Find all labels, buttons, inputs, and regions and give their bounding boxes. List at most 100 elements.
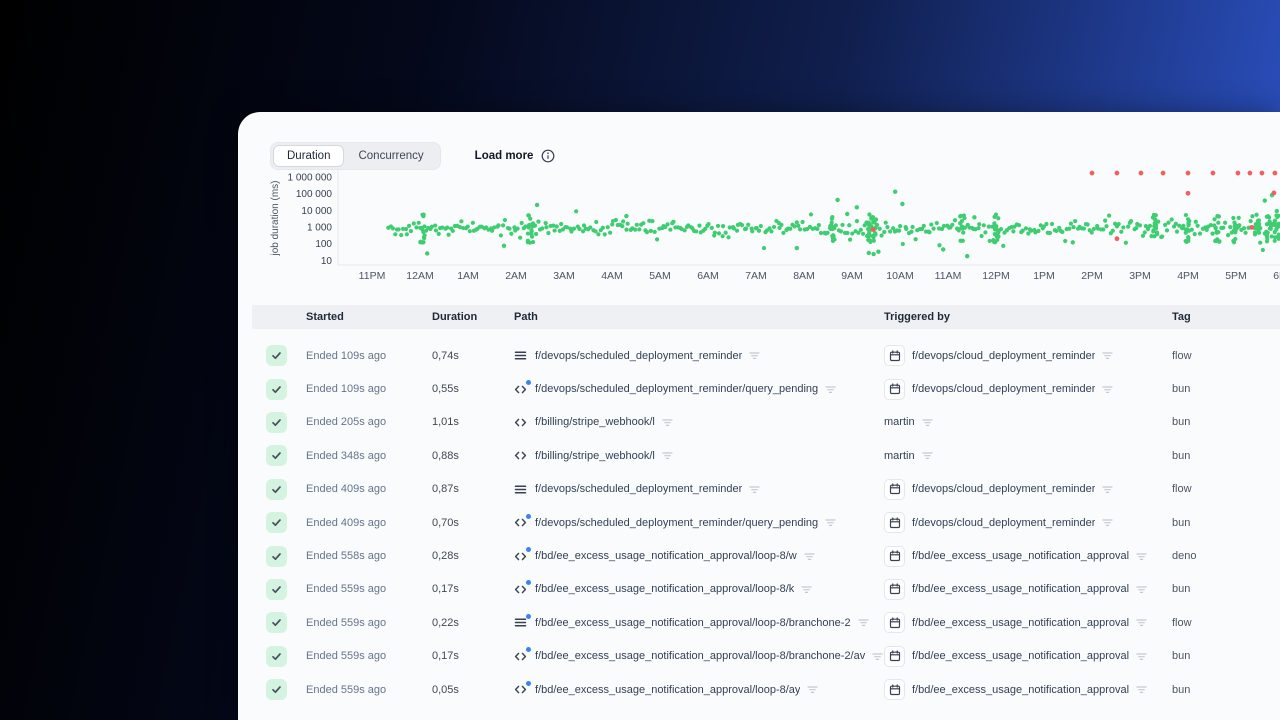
filter-by-path-icon[interactable] [807,684,819,695]
run-tag: flow [1172,349,1192,362]
table-row[interactable]: Ended 558s ago 0,28s f/bd/ee_excess_usag… [252,539,1280,572]
run-triggered-by[interactable]: f/bd/ee_excess_usage_notification_approv… [912,583,1129,595]
col-started: Started [306,311,344,323]
run-path[interactable]: f/bd/ee_excess_usage_notification_approv… [535,650,865,662]
flow-icon [514,618,527,627]
svg-text:9AM: 9AM [841,270,863,282]
table-row[interactable]: Ended 559s ago 0,05s f/bd/ee_excess_usag… [252,673,1280,706]
table-row[interactable]: Ended 205s ago 1,01s f/billing/stripe_we… [252,406,1280,439]
run-path[interactable]: f/bd/ee_excess_usage_notification_approv… [535,583,794,595]
run-triggered-by[interactable]: f/devops/cloud_deployment_reminder [912,350,1095,362]
runs-table: Started Duration Path Triggered by Tag E… [252,305,1280,720]
filter-by-trigger-icon[interactable] [1136,551,1147,562]
run-path[interactable]: f/devops/scheduled_deployment_reminder [535,350,742,362]
filter-by-path-icon[interactable] [857,617,869,628]
svg-text:10: 10 [321,256,333,267]
run-started: Ended 205s ago [306,416,387,429]
run-path[interactable]: f/bd/ee_excess_usage_notification_approv… [535,684,800,696]
filter-by-path-icon[interactable] [749,484,760,495]
code-icon [514,518,527,527]
table-row[interactable]: Ended 409s ago 0,70s f/devops/scheduled_… [252,506,1280,539]
filter-by-path-icon[interactable] [662,450,673,461]
run-path[interactable]: f/devops/scheduled_deployment_reminder/q… [535,517,818,529]
svg-text:10AM: 10AM [886,270,913,282]
run-tag: bun [1172,516,1191,529]
success-check-badge [266,445,287,467]
run-path[interactable]: f/devops/scheduled_deployment_reminder/q… [535,383,818,395]
svg-text:11AM: 11AM [935,270,962,282]
svg-text:5AM: 5AM [649,270,671,282]
table-row[interactable]: Ended 559s ago 0,17s f/bd/ee_excess_usag… [252,640,1280,673]
filter-by-path-icon[interactable] [801,584,812,595]
svg-text:11PM: 11PM [359,270,386,282]
info-icon[interactable] [541,149,555,163]
flow-step-dot [526,613,531,619]
run-triggered-by[interactable]: f/bd/ee_excess_usage_notification_approv… [912,617,1129,629]
table-row[interactable]: Ended 559s ago 0,22s f/bd/ee_excess_usag… [252,606,1280,639]
svg-text:12AM: 12AM [406,270,433,282]
run-triggered-by[interactable]: f/devops/cloud_deployment_reminder [912,383,1095,395]
schedule-trigger-box [884,578,905,600]
code-icon [514,418,527,427]
table-row[interactable]: Ended 559s ago 0,17s f/bd/ee_excess_usag… [252,573,1280,606]
run-triggered-by[interactable]: f/bd/ee_excess_usage_notification_approv… [912,650,1129,662]
calendar-icon [889,383,900,395]
table-row[interactable]: Ended 409s ago 0,87s f/devops/scheduled_… [252,473,1280,506]
run-triggered-by[interactable]: f/devops/cloud_deployment_reminder [912,483,1095,495]
run-triggered-by[interactable]: f/bd/ee_excess_usage_notification_approv… [912,550,1129,562]
run-path[interactable]: f/devops/scheduled_deployment_reminder [535,483,742,495]
success-check-badge [266,645,287,667]
filter-by-path-icon[interactable] [872,651,883,662]
filter-by-trigger-icon[interactable] [1136,617,1147,628]
run-triggered-by[interactable]: martin [884,416,915,428]
run-duration: 0,05s [432,683,459,696]
run-duration: 0,87s [432,483,459,496]
run-started: Ended 348s ago [306,449,387,462]
run-path[interactable]: f/bd/ee_excess_usage_notification_approv… [535,550,797,562]
filter-by-path-icon[interactable] [825,384,836,395]
code-icon [514,385,527,393]
filter-by-trigger-icon[interactable] [1136,584,1147,595]
svg-text:7AM: 7AM [745,270,767,282]
run-duration: 0,74s [432,349,459,362]
filter-by-trigger-icon[interactable] [1136,651,1147,662]
check-icon [272,452,281,460]
flow-step-dot [526,547,531,553]
col-triggered-by: Triggered by [884,311,951,323]
run-tag: bun [1172,449,1191,462]
filter-by-trigger-icon[interactable] [1136,684,1147,695]
schedule-trigger-box [884,512,905,534]
check-icon [272,519,281,527]
filter-by-trigger-icon[interactable] [1102,484,1114,495]
table-row[interactable]: Ended 348s ago 0,88s f/billing/stripe_we… [252,439,1280,472]
filter-by-trigger-icon[interactable] [921,450,933,461]
filter-by-trigger-icon[interactable] [1102,350,1114,361]
run-triggered-by[interactable]: f/devops/cloud_deployment_reminder [912,517,1095,529]
success-check-badge [266,612,287,634]
run-started: Ended 409s ago [306,483,387,496]
schedule-trigger-box [884,645,905,667]
run-path[interactable]: f/billing/stripe_webhook/l [535,450,655,462]
filter-by-trigger-icon[interactable] [1102,384,1114,395]
filter-by-trigger-icon[interactable] [921,417,933,428]
runs-table-header: Started Duration Path Triggered by Tag [252,305,1280,329]
success-check-badge [266,478,287,500]
filter-by-path-icon[interactable] [749,350,760,361]
run-duration: 1,01s [432,416,459,429]
table-row[interactable]: Ended 109s ago 0,55s f/devops/scheduled_… [252,372,1280,405]
run-path[interactable]: f/bd/ee_excess_usage_notification_approv… [535,617,851,629]
success-check-badge [266,679,287,701]
table-row[interactable]: Ended 109s ago 0,74s f/devops/scheduled_… [252,339,1280,372]
filter-by-trigger-icon[interactable] [1102,517,1114,528]
run-duration: 0,17s [432,650,459,663]
filter-by-path-icon[interactable] [662,417,673,428]
load-more-button[interactable]: Load more [475,149,556,163]
svg-text:6AM: 6AM [697,270,719,282]
run-started: Ended 559s ago [306,650,387,663]
run-triggered-by[interactable]: f/bd/ee_excess_usage_notification_approv… [912,684,1129,696]
run-tag: bun [1172,383,1191,396]
run-triggered-by[interactable]: martin [884,450,915,462]
filter-by-path-icon[interactable] [825,517,836,528]
filter-by-path-icon[interactable] [804,551,815,562]
run-path[interactable]: f/billing/stripe_webhook/l [535,416,655,428]
